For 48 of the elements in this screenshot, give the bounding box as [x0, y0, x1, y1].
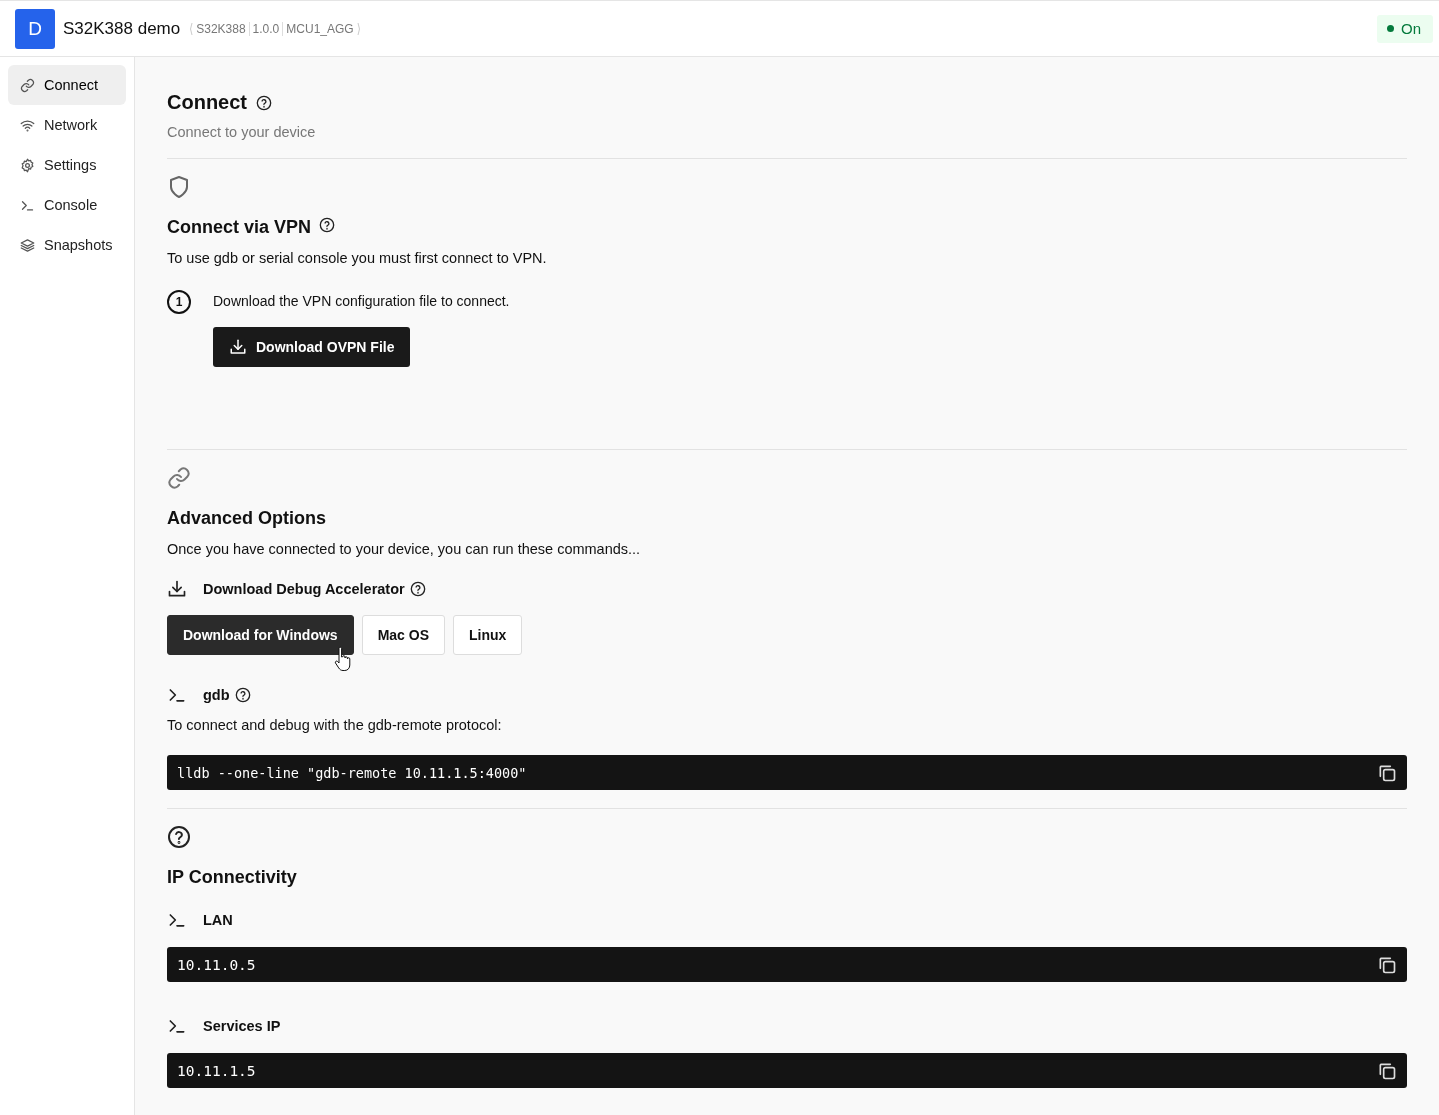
- status-label: On: [1401, 20, 1421, 37]
- device-tag: 1.0.0: [248, 21, 283, 36]
- help-icon[interactable]: [319, 217, 336, 233]
- download-button[interactable]: Mac OS: [361, 615, 445, 655]
- download-icon: [229, 338, 247, 356]
- shield-icon: [167, 175, 191, 199]
- subsection-label: gdb: [203, 687, 230, 703]
- subsection-label: Services IP: [203, 1018, 281, 1034]
- settings-icon: [20, 157, 35, 173]
- download-icon: [167, 579, 187, 599]
- step-text: Download the VPN configuration file to connect.: [213, 293, 510, 309]
- step-number: 1: [167, 290, 191, 314]
- bracket-icon: [188, 21, 194, 36]
- page-title: Connect: [167, 91, 247, 114]
- link-icon: [20, 77, 35, 93]
- help-icon[interactable]: [234, 687, 251, 703]
- sidebar-item[interactable]: Settings: [8, 145, 126, 185]
- section-title: Connect via VPN: [167, 217, 312, 238]
- layers-icon: [20, 237, 35, 253]
- sidebar-item[interactable]: Connect: [8, 65, 126, 105]
- download-button[interactable]: Download OVPN File: [213, 327, 411, 367]
- device-title: S32K388 demo: [63, 18, 181, 39]
- section-description: Once you have connected to your device, you can run these commands...: [167, 541, 642, 557]
- download-button[interactable]: Linux: [453, 615, 523, 655]
- sidebar-item[interactable]: Network: [8, 105, 126, 145]
- subsection-label: Download Debug Accelerator: [203, 581, 405, 597]
- download-button[interactable]: Download for Windows: [167, 615, 354, 655]
- section-title: IP Connectivity: [167, 867, 297, 888]
- code-text: 10.11.1.5: [177, 1062, 257, 1079]
- page-subtitle: Connect to your device: [167, 124, 317, 140]
- sidebar-item[interactable]: Snapshots: [8, 225, 126, 265]
- gdb-description: To connect and debug with the gdb-remote protocol:: [167, 717, 503, 733]
- section-title: Advanced Options: [167, 508, 327, 529]
- help-icon[interactable]: [256, 94, 272, 111]
- help-icon[interactable]: [409, 581, 426, 597]
- wifi-icon: [20, 117, 35, 133]
- link-icon: [167, 466, 191, 490]
- section-description: To use gdb or serial console you must first connect to VPN.: [167, 250, 548, 266]
- device-tag: S32K388: [193, 21, 249, 36]
- device-tag: MCU1_AGG: [282, 21, 357, 36]
- logo-badge: D: [15, 8, 55, 49]
- sidebar-item[interactable]: Console: [8, 185, 126, 225]
- hand-cursor-icon: [334, 646, 353, 672]
- help-icon[interactable]: [167, 825, 191, 849]
- bracket-icon: [356, 21, 362, 36]
- code-text: 10.11.0.5: [177, 956, 257, 973]
- code-text: lldb --one-line "gdb-remote 10.11.1.5:4000": [177, 764, 528, 781]
- subsection-label: LAN: [203, 912, 233, 928]
